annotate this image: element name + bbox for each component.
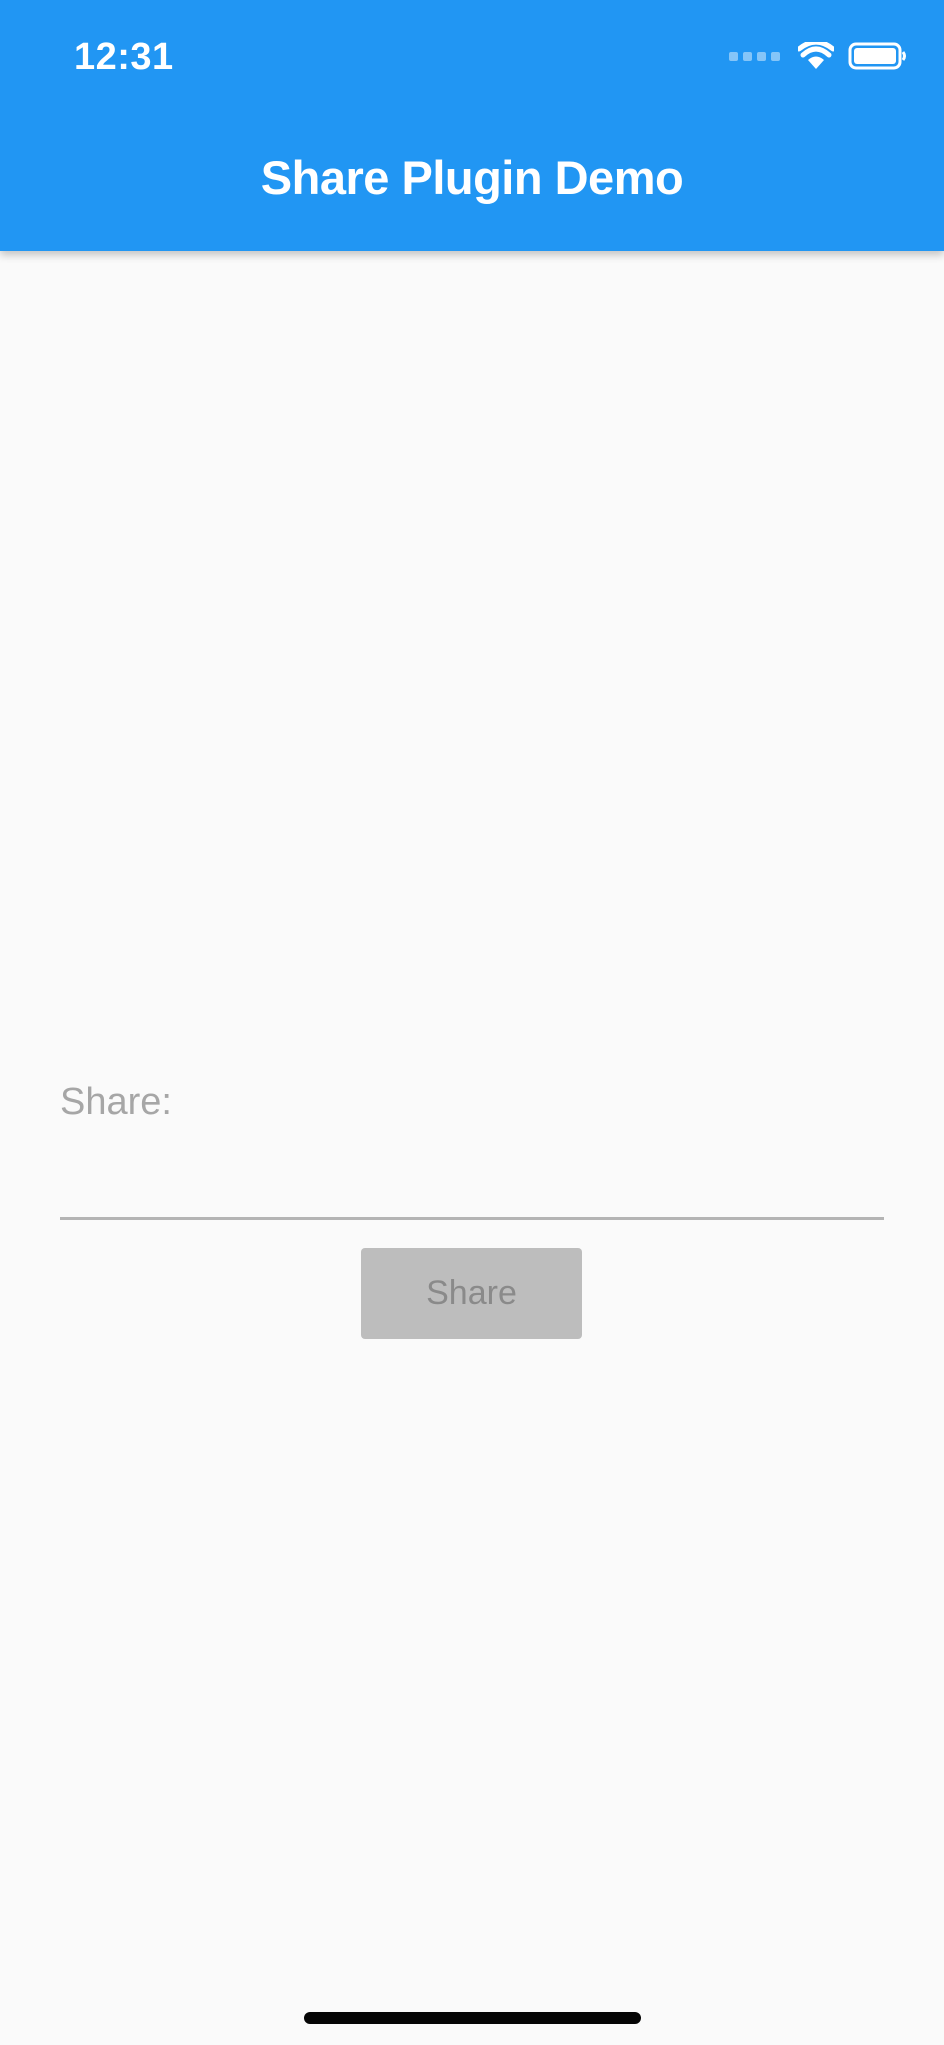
app-header: 12:31 Share Plugin Demo <box>0 0 944 251</box>
wifi-icon <box>798 42 834 69</box>
main-content: Share: <box>0 251 944 2045</box>
home-indicator <box>304 2012 641 2024</box>
share-button[interactable]: Share <box>361 1248 582 1339</box>
battery-icon <box>848 42 906 70</box>
share-label: Share: <box>60 1081 172 1123</box>
status-icons <box>729 42 908 70</box>
share-input[interactable] <box>60 1141 884 1220</box>
app-title: Share Plugin Demo <box>260 151 684 204</box>
status-time: 12:31 <box>74 36 174 78</box>
signal-dots-icon <box>729 51 780 61</box>
